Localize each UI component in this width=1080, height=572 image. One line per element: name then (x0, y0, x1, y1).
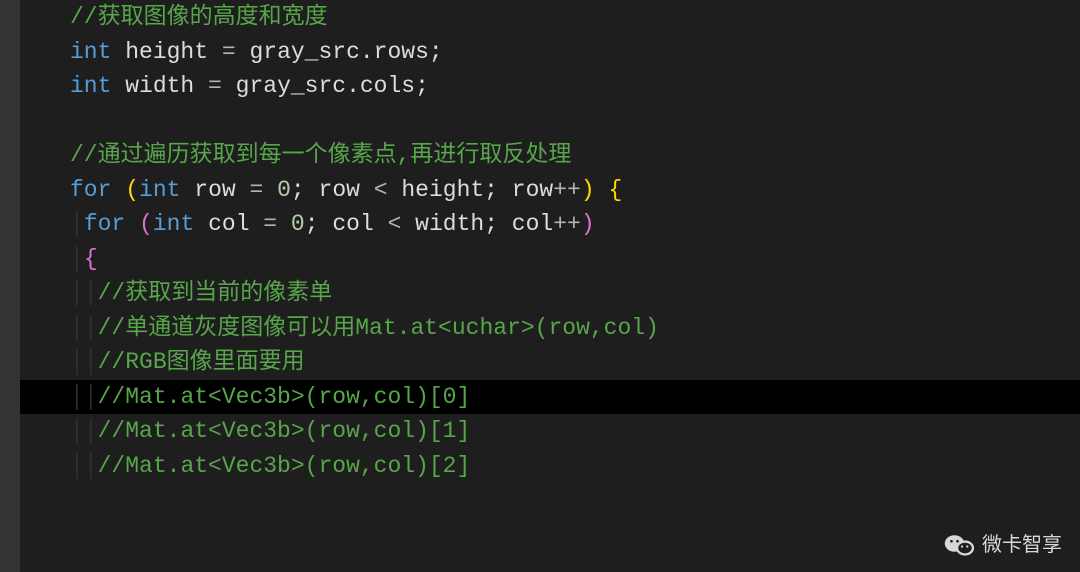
comment-text: //Mat.at<Vec3b>(row,col)[2] (98, 449, 471, 484)
code-line: for (int row = 0; row < height; row++) { (20, 173, 1080, 208)
keyword-for: for (84, 207, 125, 242)
keyword-int: int (70, 35, 111, 70)
code-line (20, 104, 1080, 139)
comment-text: //获取到当前的像素单 (98, 276, 333, 311)
code-line: //通过遍历获取到每一个像素点,再进行取反处理 (20, 138, 1080, 173)
keyword-int: int (139, 173, 180, 208)
code-line: │ │ //获取到当前的像素单 (20, 276, 1080, 311)
watermark: 微卡智享 (944, 530, 1062, 560)
breakpoint-gutter[interactable] (0, 0, 20, 572)
code-line: │ { (20, 242, 1080, 277)
paren-close: ) (581, 207, 595, 242)
keyword-int: int (153, 207, 194, 242)
keyword-for: for (70, 173, 111, 208)
code-line: int height = gray_src.rows; (20, 35, 1080, 70)
number-literal: 0 (291, 207, 305, 242)
code-line: │ │ //RGB图像里面要用 (20, 345, 1080, 380)
identifier: width (111, 69, 208, 104)
paren-open: ( (139, 207, 153, 242)
identifier: gray_src.rows; (236, 35, 443, 70)
code-line: //获取图像的高度和宽度 (20, 0, 1080, 35)
code-line: int width = gray_src.cols; (20, 69, 1080, 104)
code-line: │ │ //Mat.at<Vec3b>(row,col)[2] (20, 449, 1080, 484)
brace-open: { (84, 242, 98, 277)
comment-text: //通过遍历获取到每一个像素点,再进行取反处理 (70, 138, 571, 173)
identifier: gray_src.cols; (222, 69, 429, 104)
code-line-current: │ │ //Mat.at<Vec3b>(row,col)[0] (20, 380, 1080, 415)
number-literal: 0 (277, 173, 291, 208)
watermark-text: 微卡智享 (982, 530, 1062, 560)
comment-text: //RGB图像里面要用 (98, 345, 305, 380)
brace-open: { (608, 173, 622, 208)
code-editor[interactable]: //获取图像的高度和宽度 int height = gray_src.rows;… (0, 0, 1080, 483)
wechat-icon (944, 532, 974, 558)
code-line: │ │ //单通道灰度图像可以用Mat.at<uchar>(row,col) (20, 311, 1080, 346)
code-line: │ │ //Mat.at<Vec3b>(row,col)[1] (20, 414, 1080, 449)
comment-text: //获取图像的高度和宽度 (70, 0, 328, 35)
identifier: height (111, 35, 221, 70)
paren-open: ( (125, 173, 139, 208)
comment-text: //单通道灰度图像可以用Mat.at<uchar>(row,col) (98, 311, 659, 346)
operator: = (208, 69, 222, 104)
keyword-int: int (70, 69, 111, 104)
code-line: │ for (int col = 0; col < width; col++) (20, 207, 1080, 242)
comment-text: //Mat.at<Vec3b>(row,col)[0] (98, 380, 471, 415)
comment-text: //Mat.at<Vec3b>(row,col)[1] (98, 414, 471, 449)
paren-close: ) (581, 173, 595, 208)
operator: = (222, 35, 236, 70)
